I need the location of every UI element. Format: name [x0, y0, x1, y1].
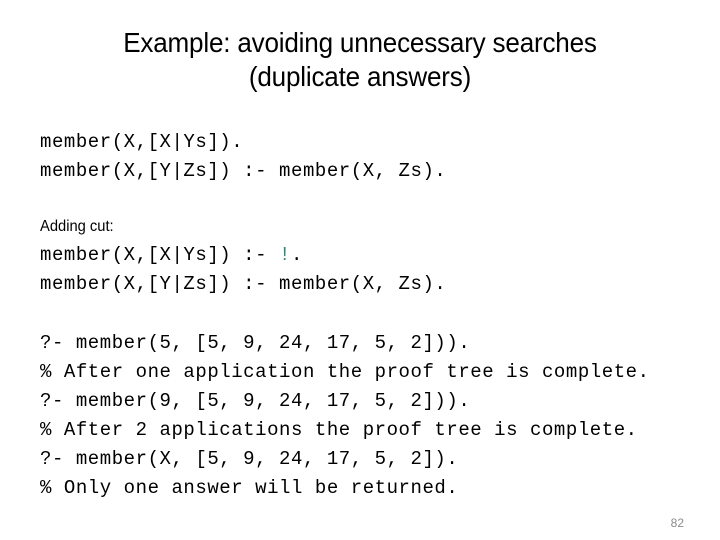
page-title-line-1: Example: avoiding unnecessary searches	[123, 27, 597, 58]
query-line: ?- member(X, [5, 9, 24, 17, 5, 2]).	[40, 448, 459, 470]
slide-canvas: Example: avoiding unnecessary searches (…	[0, 0, 720, 540]
comment-line: % Only one answer will be returned.	[40, 477, 459, 499]
page-title: Example: avoiding unnecessary searches (…	[36, 26, 684, 94]
query-line: ?- member(9, [5, 9, 24, 17, 5, 2])).	[40, 390, 471, 412]
code-fragment-after-cut: .	[291, 244, 303, 266]
comment-line: % After 2 applications the proof tree is…	[40, 419, 638, 441]
code-block-queries: ?- member(5, [5, 9, 24, 17, 5, 2])). % A…	[40, 329, 650, 503]
code-line: member(X,[X|Ys]).	[40, 131, 244, 153]
page-number: 82	[670, 516, 684, 530]
query-line: ?- member(5, [5, 9, 24, 17, 5, 2])).	[40, 332, 471, 354]
code-block-original-member: member(X,[X|Ys]). member(X,[Y|Zs]) :- me…	[40, 128, 446, 186]
cut-operator: !	[279, 244, 291, 266]
code-line: member(X,[Y|Zs]) :- member(X, Zs).	[40, 160, 447, 182]
code-line-with-cut: member(X,[X|Ys]) :- !.	[40, 241, 446, 270]
page-title-line-2: (duplicate answers)	[248, 61, 472, 92]
comment-line: % After one application the proof tree i…	[40, 361, 650, 383]
code-block-with-cut: Adding cut: member(X,[X|Ys]) :- !. membe…	[40, 212, 446, 299]
adding-cut-label: Adding cut:	[40, 218, 114, 235]
code-line: member(X,[Y|Zs]) :- member(X, Zs).	[40, 273, 447, 295]
code-fragment-before-cut: member(X,[X|Ys]) :-	[40, 244, 280, 266]
